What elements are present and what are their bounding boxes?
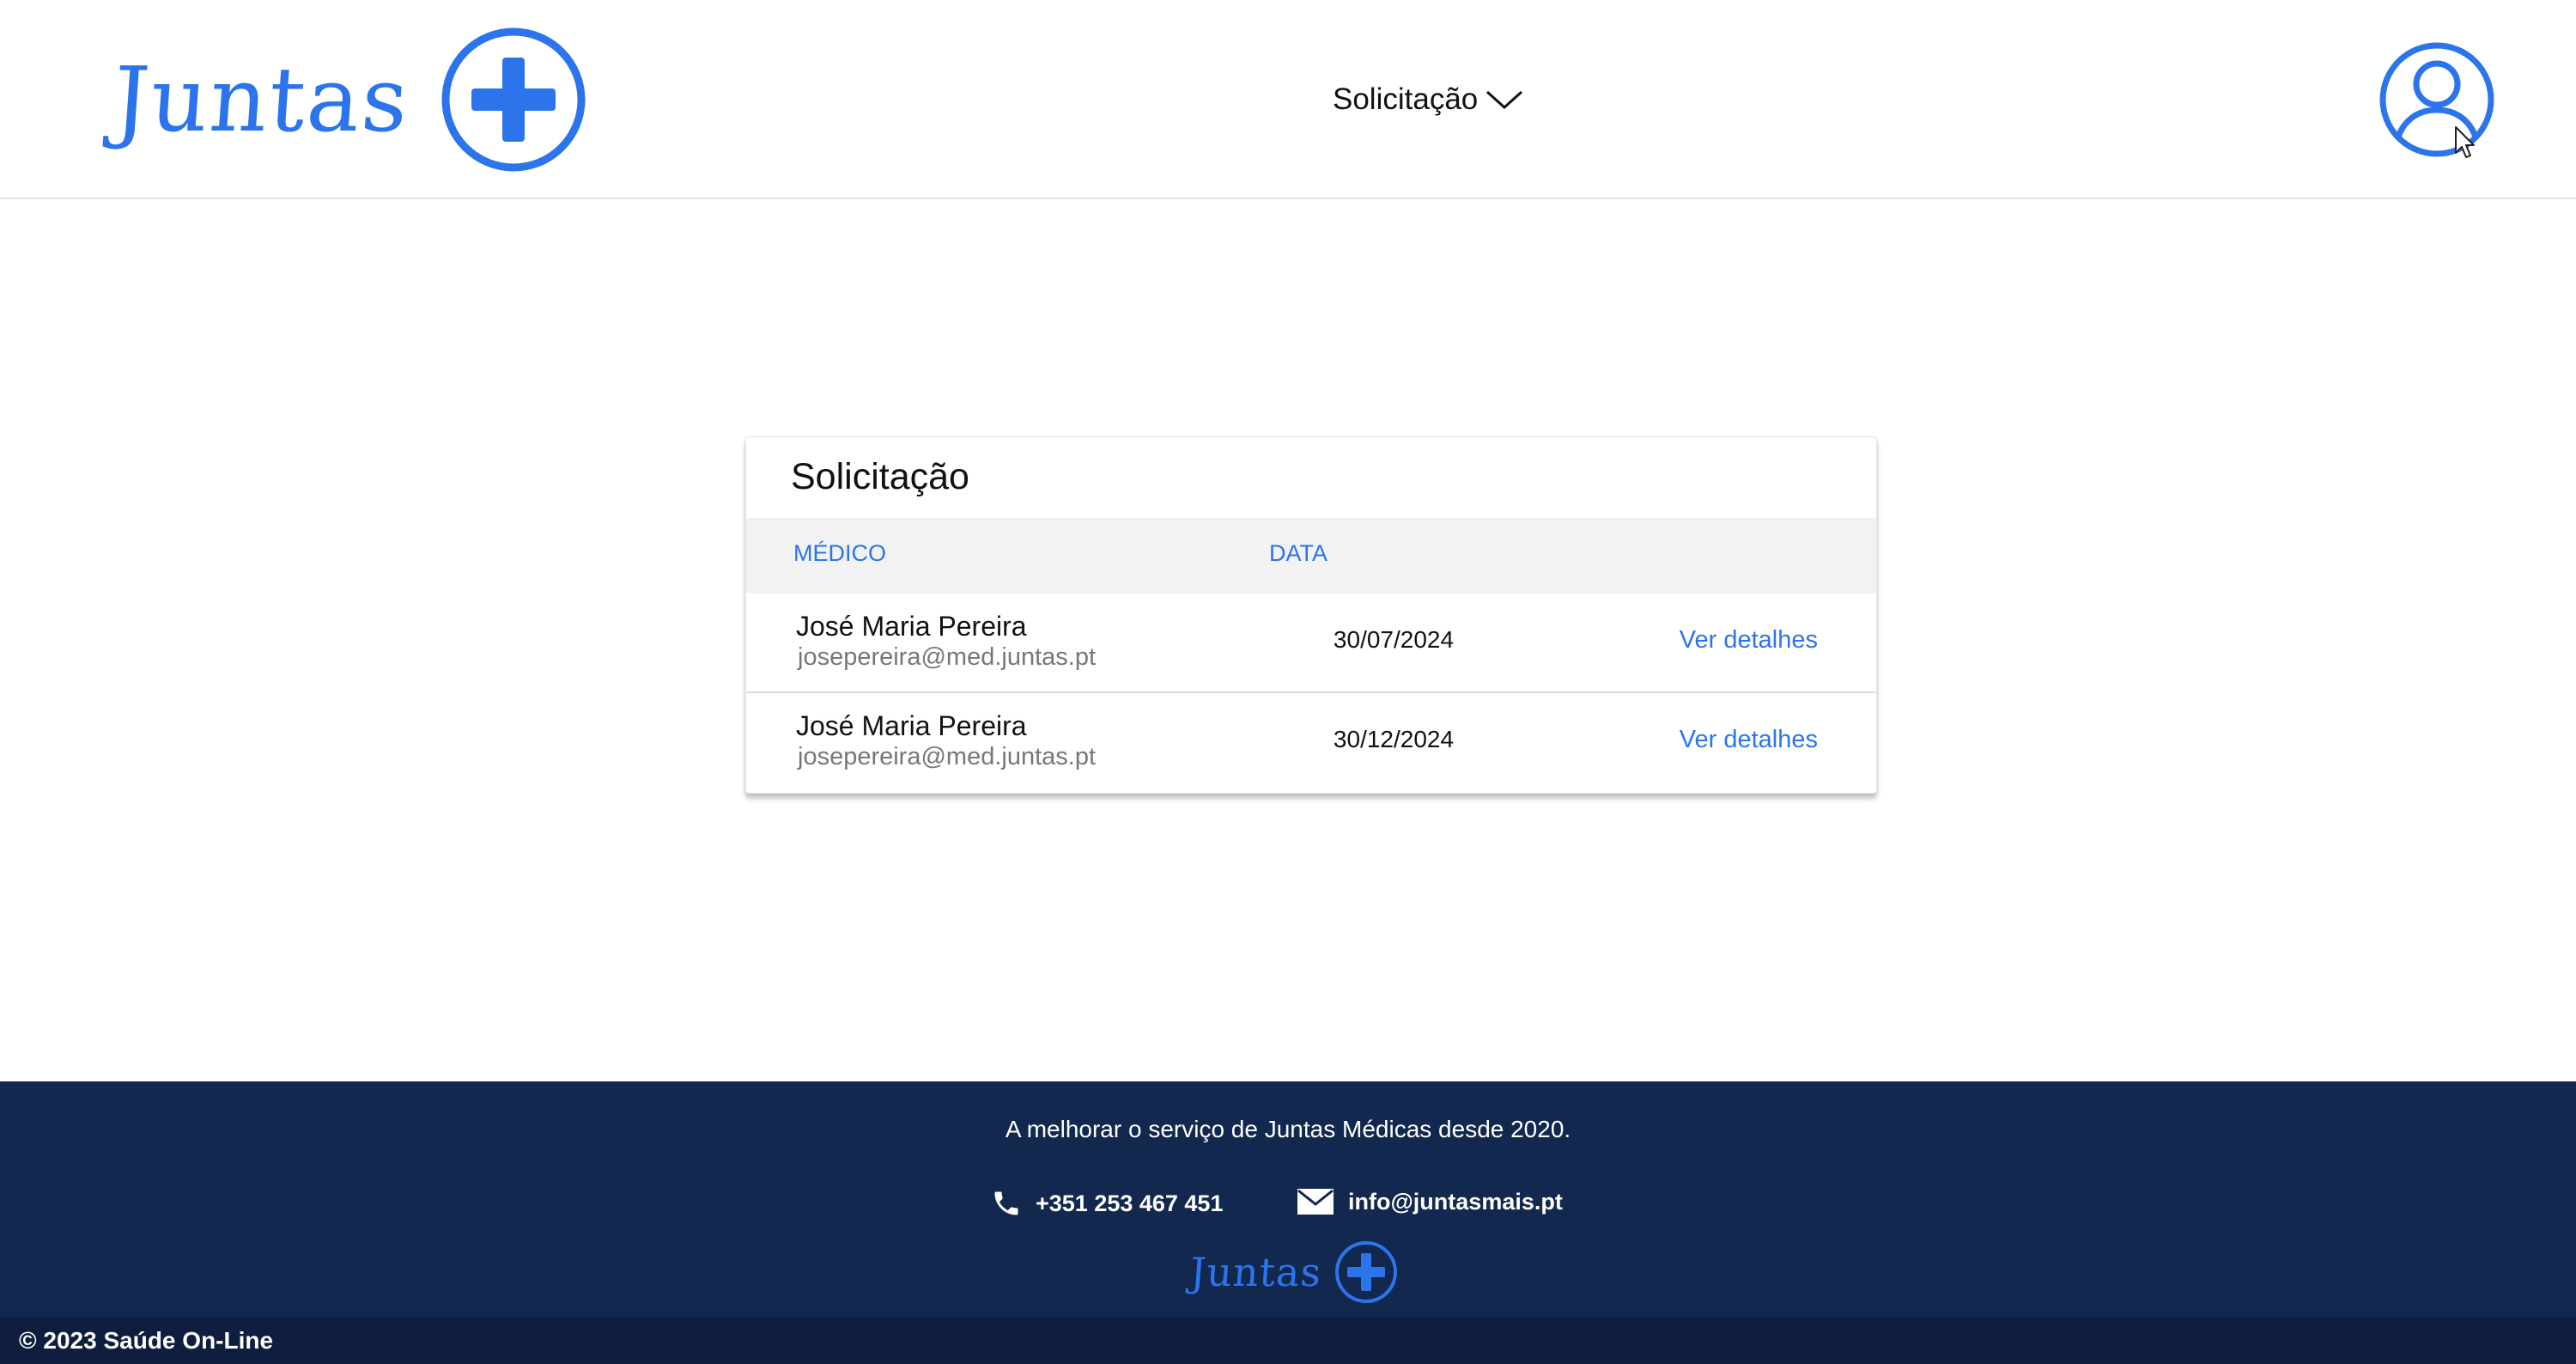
doctor-email: josepereira@med.juntas.pt <box>798 743 1097 770</box>
column-header-medico: MÉDICO <box>793 540 886 566</box>
copyright-bar: © 2023 Saúde On-Line <box>0 1317 2576 1364</box>
footer-logo[interactable]: Juntas <box>1188 1239 1399 1305</box>
solicitacao-card: Solicitação MÉDICO DATA José Maria Perei… <box>745 436 1877 794</box>
request-date: 30/07/2024 <box>1333 626 1455 653</box>
column-header-data: DATA <box>1269 540 1328 566</box>
user-account-icon[interactable] <box>2379 41 2495 158</box>
nav-dropdown-label: Solicitação <box>1333 82 1479 116</box>
nav-dropdown-solicitacao[interactable]: Solicitação <box>1333 74 1524 125</box>
site-header: Juntas Solicitação <box>0 0 2576 199</box>
mail-icon <box>1297 1189 1334 1215</box>
brand-logo[interactable]: Juntas <box>109 24 586 175</box>
site-footer: A melhorar o serviço de Juntas Médicas d… <box>0 1081 2576 1317</box>
card-title: Solicitação <box>791 456 969 497</box>
footer-logo-text: Juntas <box>1188 1249 1324 1295</box>
mouse-cursor-icon <box>2455 126 2475 158</box>
plus-circle-icon <box>441 27 586 172</box>
doctor-email: josepereira@med.juntas.pt <box>798 643 1097 671</box>
view-details-link[interactable]: Ver detalhes <box>1680 626 1818 655</box>
table-header: MÉDICO DATA <box>746 518 1876 594</box>
contact-email[interactable]: info@juntasmais.pt <box>1297 1188 1563 1215</box>
footer-tagline: A melhorar o serviço de Juntas Médicas d… <box>1005 1116 1571 1142</box>
copyright-text: © 2023 Saúde On-Line <box>19 1327 274 1354</box>
chevron-down-icon <box>1486 90 1523 110</box>
logo-text: Juntas <box>109 47 414 152</box>
view-details-link[interactable]: Ver detalhes <box>1680 726 1818 754</box>
phone-number: +351 253 467 451 <box>1036 1190 1224 1216</box>
table-row: José Maria Pereira josepereira@med.junta… <box>746 693 1876 791</box>
request-date: 30/12/2024 <box>1333 726 1455 752</box>
plus-circle-icon <box>1335 1241 1398 1303</box>
email-address: info@juntasmais.pt <box>1348 1188 1563 1215</box>
contact-phone[interactable]: +351 253 467 451 <box>991 1188 1223 1219</box>
doctor-name: José Maria Pereira <box>796 710 1027 741</box>
table-row: José Maria Pereira josepereira@med.junta… <box>746 594 1876 693</box>
phone-icon <box>994 1191 1018 1215</box>
doctor-name: José Maria Pereira <box>796 611 1027 642</box>
